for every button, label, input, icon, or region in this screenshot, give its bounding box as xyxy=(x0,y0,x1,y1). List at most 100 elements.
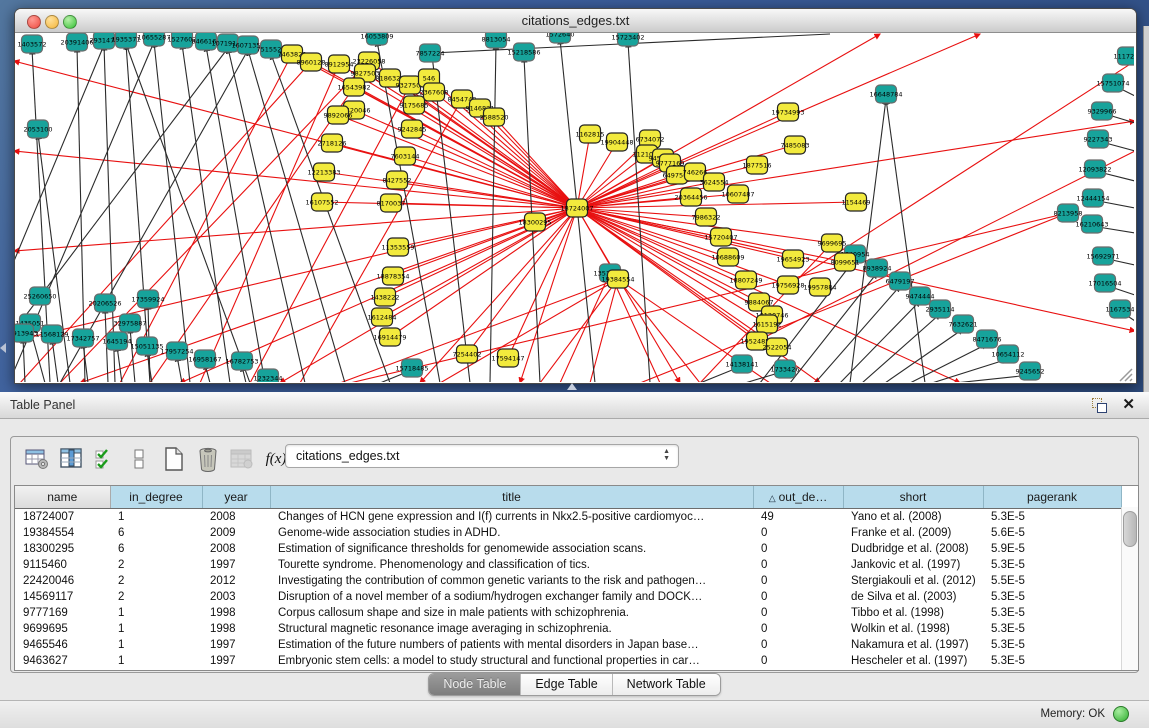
graph-node[interactable]: 10654112 xyxy=(991,345,1024,363)
graph-edge[interactable] xyxy=(886,99,925,382)
graph-node[interactable]: 17342757 xyxy=(66,329,99,347)
delete-icon[interactable] xyxy=(193,445,223,473)
graph-node[interactable]: 3624554 xyxy=(700,173,729,191)
graph-node[interactable]: 19957884 xyxy=(803,278,836,296)
graph-node[interactable]: 1935371 xyxy=(112,33,141,48)
graph-node[interactable]: 1154469 xyxy=(842,193,871,211)
graph-node[interactable]: 1572640 xyxy=(546,33,575,43)
float-panel-icon[interactable] xyxy=(1091,397,1107,413)
graph-edge[interactable] xyxy=(206,46,265,382)
graph-node[interactable]: 9242845 xyxy=(398,120,427,138)
graph-node[interactable]: 7254402 xyxy=(453,345,482,363)
graph-node[interactable]: 10655287 xyxy=(137,33,170,46)
graph-node[interactable]: 16648784 xyxy=(869,85,902,103)
table-vertical-scrollbar[interactable] xyxy=(1121,507,1138,670)
graph-node[interactable]: 19904448 xyxy=(600,133,633,151)
graph-node[interactable]: 25260650 xyxy=(23,287,56,305)
graph-node[interactable]: 16053809 xyxy=(360,33,393,45)
graph-node[interactable]: 1117202 xyxy=(1114,47,1134,65)
close-panel-icon[interactable]: ✕ xyxy=(1122,395,1135,413)
window-titlebar[interactable]: citations_edges.txt xyxy=(15,9,1136,33)
graph-edge[interactable] xyxy=(590,279,618,382)
graph-node[interactable]: 9245652 xyxy=(1016,362,1045,380)
graph-edge[interactable] xyxy=(850,99,886,382)
table-row[interactable]: 977716911998Corpus callosum shape and si… xyxy=(15,605,1121,621)
graph-node[interactable]: 16210643 xyxy=(1075,215,1108,233)
graph-node[interactable]: 2718126 xyxy=(318,134,347,152)
network-window[interactable]: citations_edges.txt 14035722039140629314… xyxy=(14,8,1137,384)
memory-status-indicator[interactable] xyxy=(1113,706,1129,722)
graph-node[interactable]: 1167534 xyxy=(1106,300,1134,318)
graph-node[interactable]: 12093822 xyxy=(1078,160,1111,178)
graph-node[interactable]: 7632621 xyxy=(949,315,978,333)
graph-edge[interactable] xyxy=(83,343,88,382)
column-header-out_de[interactable]: △out_de… xyxy=(753,486,843,509)
network-view[interactable]: 1403572203914062931476193537110655287152… xyxy=(15,33,1134,382)
graph-node[interactable]: 8912954 xyxy=(325,55,354,73)
table-row[interactable]: 2242004622012Investigating the contribut… xyxy=(15,573,1121,589)
tab-edge-table[interactable]: Edge Table xyxy=(520,674,611,695)
graph-node[interactable]: 12444154 xyxy=(1076,189,1109,207)
new-file-icon[interactable] xyxy=(159,445,189,473)
graph-edge[interactable] xyxy=(52,339,58,382)
graph-node[interactable]: 17359924 xyxy=(131,290,164,308)
graph-node[interactable]: 2053100 xyxy=(24,120,53,138)
graph-edge[interactable] xyxy=(577,202,856,208)
graph-edge[interactable] xyxy=(390,208,577,337)
table-row[interactable]: 969969511998Structural magnetic resonanc… xyxy=(15,621,1121,637)
graph-node[interactable]: 1877516 xyxy=(743,156,772,174)
graph-node[interactable]: 15692971 xyxy=(1086,247,1119,265)
graph-node[interactable]: 9329966 xyxy=(1088,102,1117,120)
graph-edge[interactable] xyxy=(618,279,700,382)
table-row[interactable]: 1938455462009Genome-wide association stu… xyxy=(15,525,1121,541)
graph-node[interactable]: 1615192 xyxy=(753,315,782,333)
graph-node[interactable]: 10688609 xyxy=(711,248,744,266)
graph-node[interactable]: 2935114 xyxy=(926,300,955,318)
graph-node[interactable]: 18878354 xyxy=(376,267,409,285)
graph-edge[interactable] xyxy=(910,344,987,382)
graph-edge[interactable] xyxy=(955,375,1030,382)
graph-node[interactable]: 6479197 xyxy=(886,272,915,290)
graph-node[interactable]: 1733426 xyxy=(771,360,800,378)
graph-edge[interactable] xyxy=(540,279,618,382)
column-header-name[interactable]: name xyxy=(15,486,110,509)
column-header-title[interactable]: title xyxy=(270,486,753,509)
scrollbar-thumb[interactable] xyxy=(1123,511,1137,547)
graph-node[interactable]: 16914479 xyxy=(373,328,406,346)
graph-node[interactable]: 8813054 xyxy=(482,33,511,48)
clear-selection-icon[interactable] xyxy=(125,445,155,473)
graph-edge[interactable] xyxy=(610,273,660,382)
graph-node[interactable]: 15720407 xyxy=(704,228,737,246)
graph-node[interactable]: 8471676 xyxy=(973,330,1002,348)
graph-node[interactable]: 17594147 xyxy=(491,349,524,367)
show-column-icon[interactable] xyxy=(57,445,87,473)
graph-node[interactable]: 7857224 xyxy=(416,44,445,62)
graph-node[interactable]: 2588520 xyxy=(480,108,509,126)
graph-node[interactable]: 1232344 xyxy=(254,369,283,382)
graph-node[interactable]: 19756928 xyxy=(771,276,804,294)
tab-network-table[interactable]: Network Table xyxy=(612,674,720,695)
graph-node[interactable]: 8938924 xyxy=(863,259,892,277)
graph-edge[interactable] xyxy=(520,208,577,382)
graph-node[interactable]: 2522054 xyxy=(763,338,792,356)
graph-edge[interactable] xyxy=(228,48,305,382)
graph-edge[interactable] xyxy=(338,115,577,208)
graph-node[interactable]: 1438222 xyxy=(371,288,400,306)
graph-node[interactable]: 9227343 xyxy=(1084,130,1113,148)
graph-node[interactable]: 1645194 xyxy=(103,332,132,350)
graph-edge[interactable] xyxy=(120,54,292,382)
resize-grip[interactable] xyxy=(1120,369,1132,381)
table-row[interactable]: 946554611997Estimation of the future num… xyxy=(15,637,1121,653)
graph-node[interactable]: 9175685 xyxy=(400,96,429,114)
graph-node[interactable]: 8099651 xyxy=(831,253,860,271)
graph-node[interactable]: 8960128 xyxy=(297,53,326,71)
graph-node[interactable]: 10607487 xyxy=(721,185,754,203)
table-settings-icon[interactable] xyxy=(23,445,53,473)
column-header-short[interactable]: short xyxy=(843,486,983,509)
graph-node[interactable]: 15751074 xyxy=(1096,74,1129,92)
table-selector[interactable]: citations_edges.txt ▲▼ xyxy=(285,444,679,468)
network-canvas[interactable]: 1403572203914062931476193537110655287152… xyxy=(15,33,1134,382)
graph-edge[interactable] xyxy=(154,42,190,382)
graph-edge[interactable] xyxy=(200,64,339,382)
table-row[interactable]: 1456911722003Disruption of a novel membe… xyxy=(15,589,1121,605)
